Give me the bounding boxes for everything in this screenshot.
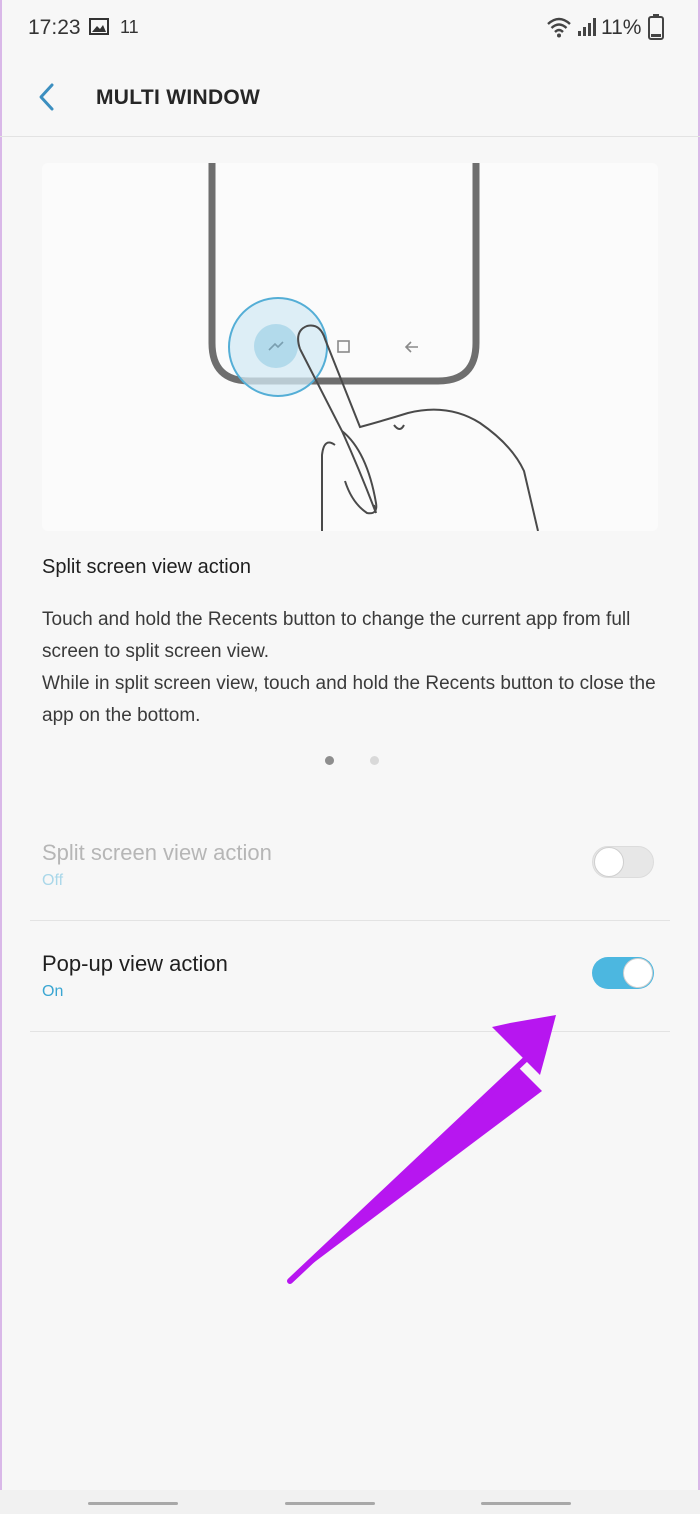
setting-status: Off — [42, 872, 64, 889]
signal-icon — [578, 18, 596, 36]
tutorial-title: Split screen view action — [42, 556, 251, 578]
chevron-left-icon[interactable] — [30, 80, 64, 114]
page-dot[interactable] — [370, 756, 379, 765]
navigation-bar — [0, 1490, 700, 1514]
toggle-knob — [623, 958, 653, 988]
status-bar: 17:23 11 11% — [0, 0, 700, 58]
setting-status: On — [42, 983, 64, 1000]
tutorial-description-line: While in split screen view, touch and ho… — [42, 673, 656, 726]
app-bar: MULTI WINDOW — [0, 58, 700, 137]
tutorial-illustration — [42, 163, 658, 531]
nav-back-hint[interactable] — [481, 1502, 571, 1505]
pop-up-view-toggle[interactable] — [592, 957, 654, 989]
setting-split-screen-view-action[interactable]: Split screen view action Off — [30, 810, 670, 921]
setting-label: Pop-up view action — [42, 951, 228, 976]
gallery-icon — [89, 18, 109, 35]
page-indicator[interactable] — [325, 756, 379, 766]
battery-icon — [648, 14, 664, 40]
annotation-arrow-icon — [287, 1015, 556, 1284]
status-time: 17:23 — [28, 16, 81, 39]
page-title: MULTI WINDOW — [96, 86, 261, 109]
wifi-icon — [547, 17, 571, 38]
tutorial-description-line: Touch and hold the Recents button to cha… — [42, 609, 631, 662]
split-screen-toggle[interactable] — [592, 846, 654, 878]
tutorial-description: Touch and hold the Recents button to cha… — [42, 604, 662, 732]
phone-gesture-illustration — [208, 163, 539, 531]
toggle-knob — [594, 847, 624, 877]
setting-label: Split screen view action — [42, 840, 272, 865]
battery-percent: 11% — [601, 16, 642, 39]
notification-count: 11 — [120, 17, 139, 37]
nav-recents-hint[interactable] — [88, 1502, 178, 1505]
nav-home-hint[interactable] — [285, 1502, 375, 1505]
page-dot-active[interactable] — [325, 756, 334, 765]
